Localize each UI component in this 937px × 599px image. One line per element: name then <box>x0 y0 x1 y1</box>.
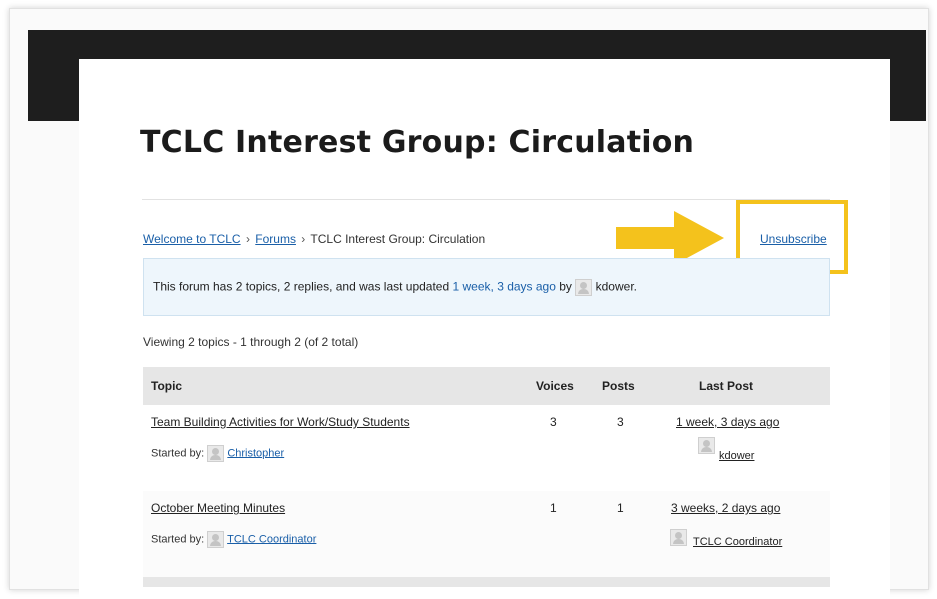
topic-started-by: Started by: Christopher <box>151 445 284 462</box>
header-voices: Voices <box>536 379 574 393</box>
title-divider <box>142 199 830 200</box>
started-by-label: Started by: <box>151 447 205 460</box>
default-avatar-icon <box>207 445 225 462</box>
table-row: Team Building Activities for Work/Study … <box>143 405 830 492</box>
last-post-user-link[interactable]: TCLC Coordinator <box>693 536 782 548</box>
started-by-label: Started by: <box>151 533 205 546</box>
topic-started-by: Started by: TCLC Coordinator <box>151 531 316 548</box>
header-topic: Topic <box>151 379 183 393</box>
breadcrumb-current: TCLC Interest Group: Circulation <box>310 232 486 246</box>
breadcrumb-home-link[interactable]: Welcome to TCLC <box>143 232 241 246</box>
topic-voices: 1 <box>550 501 557 515</box>
header-last-post: Last Post <box>699 379 754 393</box>
topic-author-link[interactable]: TCLC Coordinator <box>227 533 316 545</box>
topics-table-header: Topic Voices Posts Last Post <box>143 367 830 405</box>
info-last-updated-link[interactable]: 1 week, 3 days ago <box>453 280 556 294</box>
topic-author-link[interactable]: Christopher <box>227 447 284 459</box>
default-avatar-icon <box>575 279 593 296</box>
unsubscribe-link[interactable]: Unsubscribe <box>760 232 827 246</box>
default-avatar-icon <box>698 437 715 454</box>
info-summary: This forum has 2 topics, 2 replies, and … <box>153 279 450 294</box>
breadcrumb-separator: › <box>245 232 250 246</box>
last-post-time-link[interactable]: 3 weeks, 2 days ago <box>671 501 780 515</box>
info-user: kdower. <box>595 279 637 294</box>
table-row: October Meeting Minutes Started by: TCLC… <box>143 491 830 577</box>
topic-posts: 3 <box>617 415 624 429</box>
topic-posts: 1 <box>617 501 624 515</box>
right-arrow-annotation-icon <box>616 211 724 265</box>
forum-info-notice: This forum has 2 topics, 2 replies, and … <box>143 258 830 316</box>
page-title: TCLC Interest Group: Circulation <box>140 125 695 160</box>
last-post-time-link[interactable]: 1 week, 3 days ago <box>676 415 779 429</box>
default-avatar-icon <box>207 531 225 548</box>
breadcrumb: Welcome to TCLC › Forums › TCLC Interest… <box>143 232 485 246</box>
last-post-author <box>670 529 687 546</box>
last-post-user-link[interactable]: kdower <box>719 450 754 462</box>
header-posts: Posts <box>602 379 635 393</box>
topic-title-link[interactable]: October Meeting Minutes <box>151 501 285 515</box>
pagination-count: Viewing 2 topics - 1 through 2 (of 2 tot… <box>143 335 359 349</box>
table-footer <box>143 577 830 587</box>
last-post-author <box>698 437 715 454</box>
topic-title-link[interactable]: Team Building Activities for Work/Study … <box>151 415 410 429</box>
topic-voices: 3 <box>550 415 557 429</box>
forum-info-text: This forum has 2 topics, 2 replies, and … <box>153 279 637 296</box>
info-by: by <box>559 279 572 294</box>
breadcrumb-separator: › <box>301 232 306 246</box>
breadcrumb-forums-link[interactable]: Forums <box>255 232 296 246</box>
default-avatar-icon <box>670 529 687 546</box>
